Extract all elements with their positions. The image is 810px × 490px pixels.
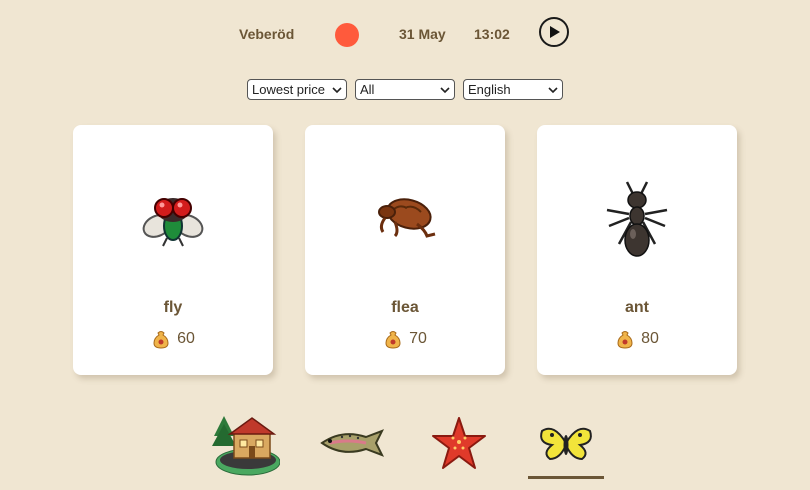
- bell-bag-icon: [385, 331, 401, 349]
- nav-item-fish[interactable]: [312, 405, 390, 480]
- critter-name: ant: [625, 299, 649, 316]
- language-select-value: English: [468, 82, 511, 97]
- chevron-down-icon: [440, 86, 450, 93]
- nav-item-museum[interactable]: [205, 405, 285, 480]
- location-label: Veberöd: [239, 26, 295, 42]
- flea-icon: [378, 198, 436, 238]
- butterfly-icon: [540, 427, 592, 460]
- critter-price-value: 70: [409, 330, 427, 347]
- category-select-value: All: [360, 82, 375, 97]
- critter-name: fly: [163, 299, 183, 316]
- time-label: 13:02: [474, 26, 510, 42]
- play-icon: [550, 26, 560, 38]
- critter-name: flea: [391, 299, 419, 316]
- nav-item-sea-creatures[interactable]: [424, 405, 494, 480]
- critter-card-ant[interactable]: ant 80: [537, 125, 737, 375]
- bell-bag-icon: [153, 331, 169, 349]
- language-select[interactable]: English: [463, 79, 563, 100]
- critter-price-value: 60: [177, 330, 195, 347]
- status-dot-icon: [335, 23, 359, 47]
- category-select[interactable]: All: [355, 79, 455, 100]
- critter-card-fly[interactable]: fly 60: [73, 125, 273, 375]
- museum-house-icon: [212, 415, 280, 475]
- play-button[interactable]: [539, 17, 569, 47]
- bell-bag-icon: [617, 331, 633, 349]
- fish-icon: [320, 428, 385, 457]
- nav-item-bugs[interactable]: [528, 405, 604, 480]
- sort-select[interactable]: Lowest price: [247, 79, 347, 100]
- chevron-down-icon: [332, 86, 342, 93]
- ant-icon: [606, 181, 668, 257]
- top-bar: Veberöd 31 May 13:02: [0, 0, 810, 66]
- category-nav: [0, 405, 810, 490]
- starfish-icon: [432, 416, 486, 469]
- date-label: 31 May: [399, 26, 446, 42]
- sort-select-value: Lowest price: [252, 82, 325, 97]
- critter-price: 70: [305, 329, 505, 349]
- critter-card-flea[interactable]: flea 70: [305, 125, 505, 375]
- critter-price-value: 80: [641, 330, 659, 347]
- critter-price: 60: [73, 329, 273, 349]
- critter-price: 80: [537, 329, 737, 349]
- active-tab-indicator: [528, 476, 604, 479]
- fly-icon: [142, 198, 204, 247]
- chevron-down-icon: [548, 86, 558, 93]
